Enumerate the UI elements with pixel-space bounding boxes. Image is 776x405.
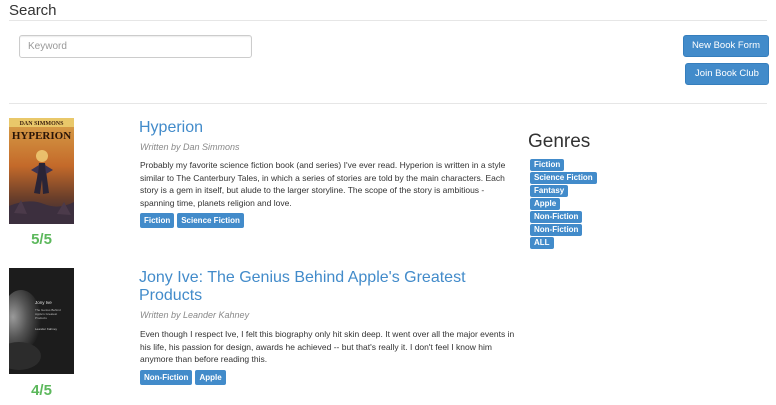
book-tags: Non-Fiction Apple xyxy=(140,370,226,385)
tag-science-fiction[interactable]: Science Fiction xyxy=(177,213,244,228)
genre-all[interactable]: ALL xyxy=(530,237,554,249)
genre-non-fiction[interactable]: Non-Fiction xyxy=(530,211,583,223)
book-item: Jony Ive The Genius Behind Apple's Great… xyxy=(9,268,519,402)
search-input[interactable] xyxy=(19,35,252,58)
book-cover-image[interactable]: DAN SIMMONS HYPERION xyxy=(9,118,74,224)
genres-heading: Genres xyxy=(528,131,591,152)
book-rating: 5/5 xyxy=(31,231,52,248)
join-book-club-button[interactable]: Join Book Club xyxy=(685,63,769,85)
genre-non-fiction[interactable]: Non-Fiction xyxy=(530,224,583,236)
svg-text:HYPERION: HYPERION xyxy=(12,130,71,142)
tag-non-fiction[interactable]: Non-Fiction xyxy=(140,370,193,385)
svg-text:Jony Ive: Jony Ive xyxy=(35,300,52,305)
header-divider xyxy=(9,20,767,21)
page-title: Search xyxy=(9,2,57,19)
book-title-link[interactable]: Jony Ive: The Genius Behind Apple's Grea… xyxy=(139,269,514,305)
new-book-form-button[interactable]: New Book Form xyxy=(683,35,769,57)
tag-apple[interactable]: Apple xyxy=(195,370,226,385)
book-cover-image[interactable]: Jony Ive The Genius Behind Apple's Great… xyxy=(9,268,74,374)
book-description: Probably my favorite science fiction boo… xyxy=(140,160,506,208)
genre-science-fiction[interactable]: Science Fiction xyxy=(530,172,597,184)
genre-fiction[interactable]: Fiction xyxy=(530,159,565,171)
genre-fantasy[interactable]: Fantasy xyxy=(530,185,569,197)
book-item: DAN SIMMONS HYPERION 5/5 Hyperion Writte… xyxy=(9,118,519,248)
book-title-link[interactable]: Hyperion xyxy=(139,119,514,137)
book-rating: 4/5 xyxy=(31,382,52,399)
svg-text:Leander Kahney: Leander Kahney xyxy=(35,327,58,331)
book-author: Written by Dan Simmons xyxy=(140,142,240,152)
book-author: Written by Leander Kahney xyxy=(140,310,250,320)
genre-list: Fiction Science Fiction Fantasy Apple No… xyxy=(530,159,597,249)
genre-apple[interactable]: Apple xyxy=(530,198,561,210)
svg-text:DAN SIMMONS: DAN SIMMONS xyxy=(20,121,64,127)
book-description: Even though I respect Ive, I felt this b… xyxy=(140,329,515,364)
content-divider xyxy=(9,103,767,104)
tag-fiction[interactable]: Fiction xyxy=(140,213,175,228)
book-tags: Fiction Science Fiction xyxy=(140,213,244,228)
